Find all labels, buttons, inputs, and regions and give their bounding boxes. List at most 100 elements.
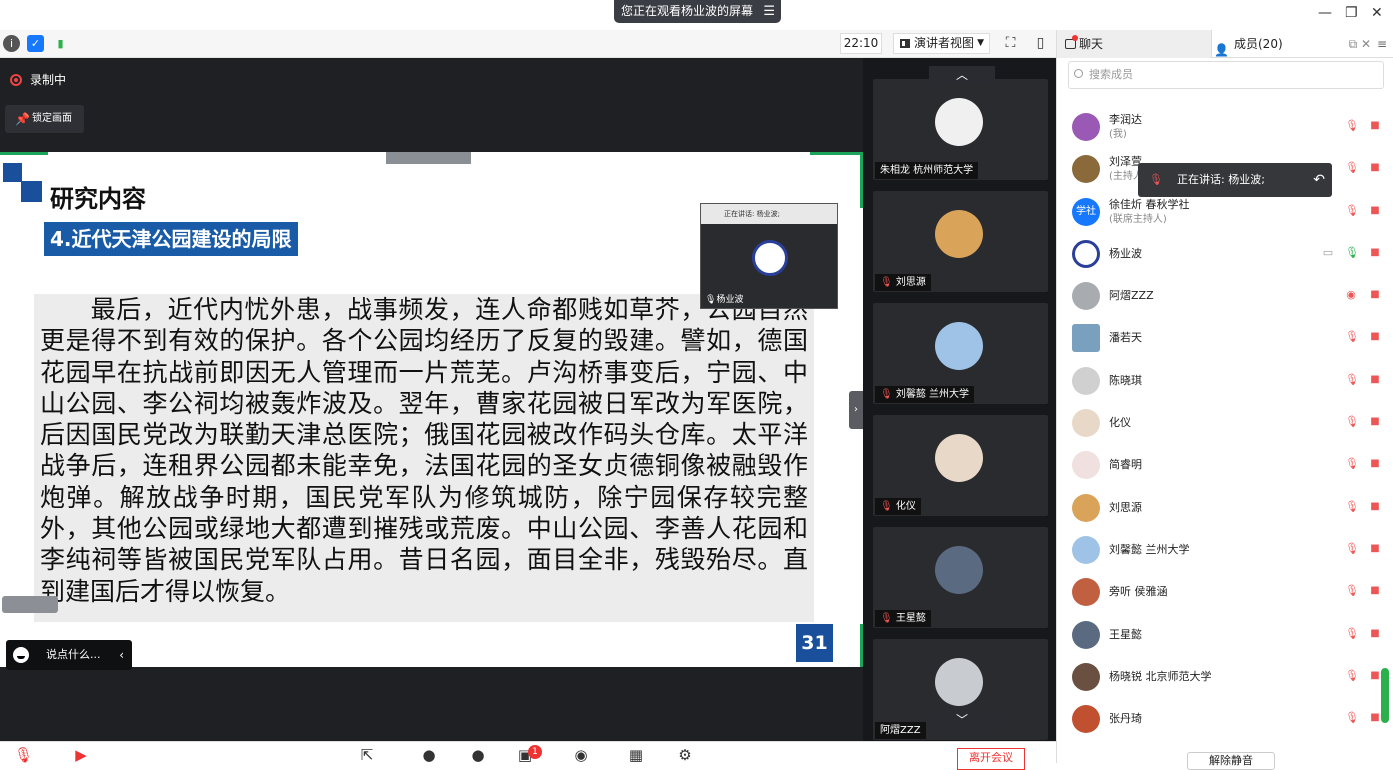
muted-mic-icon[interactable]: 🎙 bbox=[1345, 373, 1359, 388]
video-tile[interactable]: 朱相龙 杭州师范大学 bbox=[873, 79, 1048, 180]
presenter-mini-window[interactable]: 正在讲话: 杨业波; 🎙杨业波 bbox=[700, 203, 838, 309]
camera-off-icon[interactable]: ■ bbox=[1368, 247, 1382, 258]
search-placeholder: 搜索成员 bbox=[1089, 68, 1133, 81]
close-icon[interactable]: ✕ bbox=[1371, 5, 1383, 21]
strip-scroll-up[interactable]: ︿ bbox=[929, 66, 995, 85]
sidebar-toggle-icon[interactable]: ▯ bbox=[1032, 35, 1049, 52]
share-screen-icon[interactable]: ⇱ bbox=[358, 747, 376, 764]
minimize-icon[interactable]: — bbox=[1318, 5, 1332, 21]
camera-off-icon[interactable]: ■ bbox=[1368, 331, 1382, 342]
strip-scroll-down[interactable]: ﹀ bbox=[929, 711, 995, 730]
member-name: 刘思源 bbox=[1109, 500, 1142, 514]
restore-icon[interactable]: ❐ bbox=[1345, 5, 1358, 21]
muted-mic-icon[interactable]: 🎙 bbox=[1345, 161, 1359, 176]
camera-off-icon[interactable]: ▶ bbox=[72, 747, 90, 764]
member-row[interactable]: 张丹琦 🎙 ■ bbox=[1057, 698, 1393, 740]
camera-off-icon[interactable]: ■ bbox=[1368, 416, 1382, 427]
apps-icon[interactable]: ▦ bbox=[627, 747, 645, 764]
security-icon[interactable]: ● bbox=[420, 747, 438, 764]
member-avatar bbox=[1072, 578, 1100, 607]
muted-mic-icon[interactable]: 🎙 bbox=[1345, 627, 1359, 642]
signal-icon[interactable]: ▮ bbox=[52, 35, 69, 52]
member-name: 潘若天 bbox=[1109, 331, 1142, 345]
popout-close-icon[interactable]: ⧉ ✕ bbox=[1349, 30, 1371, 58]
muted-mic-icon: 🎙 bbox=[880, 277, 896, 288]
tile-label: 🎙 化仪 bbox=[875, 498, 921, 515]
tab-members[interactable]: 👤 成员(20) ⧉ ✕ bbox=[1214, 30, 1374, 58]
camera-off-icon[interactable]: ■ bbox=[1368, 628, 1382, 639]
shield-icon[interactable]: ✓ bbox=[27, 35, 44, 52]
reply-icon[interactable]: ↶ bbox=[1313, 163, 1325, 197]
member-row[interactable]: 陈晓琪 🎙 ■ bbox=[1057, 360, 1393, 402]
member-row[interactable]: 刘思源 🎙 ■ bbox=[1057, 487, 1393, 529]
panel-menu-icon[interactable]: ≡ bbox=[1374, 34, 1390, 54]
member-row[interactable]: 李润达 (我) 🎙 ■ bbox=[1057, 106, 1393, 148]
muted-mic-icon[interactable]: 🎙 bbox=[1345, 711, 1359, 726]
camera-off-icon[interactable]: ■ bbox=[1368, 374, 1382, 385]
member-avatar bbox=[1072, 155, 1100, 184]
camera-off-icon[interactable]: ■ bbox=[1368, 585, 1382, 596]
member-search-input[interactable]: 搜索成员 bbox=[1068, 61, 1384, 89]
muted-mic-icon[interactable]: 🎙 bbox=[1345, 457, 1359, 472]
unmute-all-button[interactable]: 解除静音 bbox=[1187, 752, 1275, 770]
muted-mic-icon[interactable]: 🎙 bbox=[1345, 330, 1359, 345]
video-tile[interactable]: 🎙 王星懿 bbox=[873, 527, 1048, 628]
slide-page-number: 31 bbox=[796, 624, 833, 662]
members-icon[interactable]: ● bbox=[469, 747, 487, 764]
camera-off-icon[interactable]: ■ bbox=[1368, 543, 1382, 554]
muted-mic-icon: 🎙 bbox=[880, 613, 896, 624]
camera-off-icon[interactable]: ■ bbox=[1368, 289, 1382, 300]
muted-mic-icon[interactable]: 🎙 bbox=[1345, 542, 1359, 557]
member-name: 化仪 bbox=[1109, 416, 1131, 430]
settings-gear-icon[interactable]: ⚙ bbox=[676, 747, 694, 764]
leave-meeting-button[interactable]: 离开会议 bbox=[957, 748, 1025, 770]
member-row[interactable]: 王星懿 🎙 ■ bbox=[1057, 614, 1393, 656]
active-mic-icon[interactable]: 🎙 bbox=[1345, 246, 1359, 261]
muted-mic-icon[interactable]: 🎙 bbox=[1345, 119, 1359, 134]
emoji-icon[interactable] bbox=[13, 647, 29, 663]
member-row[interactable]: 简睿明 🎙 ■ bbox=[1057, 444, 1393, 486]
camera-off-icon[interactable]: ■ bbox=[1368, 501, 1382, 512]
member-name: 简睿明 bbox=[1109, 458, 1142, 472]
member-row[interactable]: 旁听 侯雅涵 🎙 ■ bbox=[1057, 571, 1393, 613]
view-mode-select[interactable]: 演讲者视图 ▼ bbox=[893, 33, 990, 54]
muted-mic-icon[interactable]: 🎙 bbox=[1345, 500, 1359, 515]
muted-mic-icon[interactable]: 🎙 bbox=[1345, 584, 1359, 599]
record-button-icon[interactable]: ◉ bbox=[572, 747, 590, 764]
slide-border-left bbox=[0, 152, 48, 155]
video-tile[interactable]: 🎙 刘馨懿 兰州大学 bbox=[873, 303, 1048, 404]
video-tile[interactable]: 🎙 化仪 bbox=[873, 415, 1048, 516]
member-row[interactable]: 刘馨懿 兰州大学 🎙 ■ bbox=[1057, 529, 1393, 571]
camera-off-icon[interactable]: ■ bbox=[1368, 205, 1382, 216]
collapse-strip-button[interactable]: › bbox=[849, 391, 863, 429]
mini-window-name: 🎙杨业波 bbox=[705, 295, 744, 305]
camera-off-icon[interactable]: ■ bbox=[1368, 458, 1382, 469]
tab-chat[interactable]: 聊天 bbox=[1057, 30, 1212, 58]
menu-icon[interactable]: ☰ bbox=[763, 0, 775, 23]
info-icon[interactable]: i bbox=[3, 35, 20, 52]
muted-mic-icon[interactable]: 🎙 bbox=[1345, 669, 1359, 684]
speaking-tooltip: 🎙 正在讲话: 杨业波; ↶ bbox=[1138, 163, 1332, 197]
muted-mic-icon[interactable]: 🎙 bbox=[1345, 415, 1359, 430]
member-row[interactable]: 杨晓锐 北京师范大学 🎙 ■ bbox=[1057, 656, 1393, 698]
tile-label: 🎙 王星懿 bbox=[875, 610, 931, 627]
member-list-scrollbar[interactable] bbox=[1381, 668, 1389, 723]
member-row[interactable]: 阿熠ZZZ ◉ ■ bbox=[1057, 275, 1393, 317]
video-tile[interactable]: 🎙 刘思源 bbox=[873, 191, 1048, 292]
member-row[interactable]: 潘若天 🎙 ■ bbox=[1057, 317, 1393, 359]
chevron-left-icon[interactable]: ‹ bbox=[119, 640, 124, 670]
camera-off-icon[interactable]: ■ bbox=[1368, 162, 1382, 173]
mute-mic-icon[interactable]: 🎙 bbox=[14, 747, 33, 764]
share-badge bbox=[386, 152, 471, 164]
quick-chat-bar[interactable]: 说点什么... ‹ bbox=[6, 640, 132, 670]
lock-screen-button[interactable]: 📌 锁定画面 bbox=[5, 105, 84, 133]
fullscreen-icon[interactable]: ⛶ bbox=[1002, 35, 1019, 52]
camera-off-icon[interactable]: ■ bbox=[1368, 712, 1382, 723]
panel-tabs: 聊天 👤 成员(20) ⧉ ✕ ≡ bbox=[1057, 30, 1393, 58]
muted-mic-icon[interactable]: 🎙 bbox=[1345, 204, 1359, 219]
member-row[interactable]: 杨业波 ▭ 🎙 ■ bbox=[1057, 233, 1393, 275]
watching-banner[interactable]: 您正在观看杨业波的屏幕 ☰ bbox=[614, 0, 782, 23]
member-row[interactable]: 化仪 🎙 ■ bbox=[1057, 402, 1393, 444]
camera-off-icon[interactable]: ■ bbox=[1368, 120, 1382, 131]
camera-off-icon[interactable]: ■ bbox=[1368, 670, 1382, 681]
